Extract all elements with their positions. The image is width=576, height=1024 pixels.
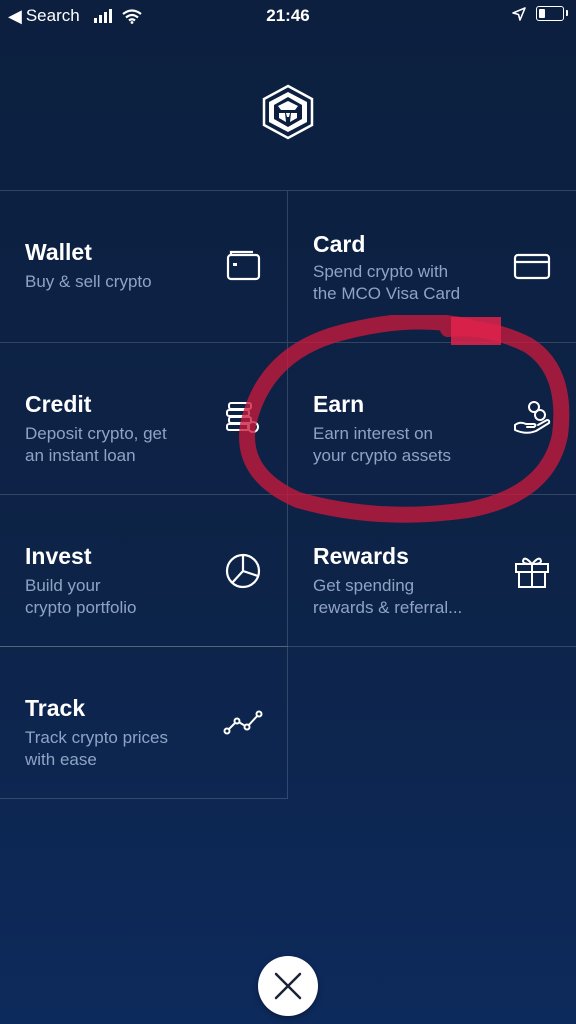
menu-item-subtitle: Get spending rewards & referral... (313, 576, 463, 617)
wallet-icon (226, 250, 261, 281)
status-bar: ◀ Search 21:46 (0, 0, 576, 34)
menu-item-track[interactable]: Track Track crypto prices with ease (0, 646, 288, 799)
menu-item-rewards[interactable]: Rewards Get spending rewards & referral.… (288, 494, 576, 646)
menu-item-subtitle: Deposit crypto, get an instant loan (25, 424, 167, 465)
close-icon[interactable] (272, 970, 304, 1002)
menu-item-title: Wallet (25, 239, 92, 265)
menu-item-title: Credit (25, 391, 92, 417)
menu-item-subtitle: Spend crypto with the MCO Visa Card (313, 262, 461, 303)
menu-item-title: Card (313, 231, 366, 257)
menu-item-wallet[interactable]: Wallet Buy & sell crypto (0, 190, 288, 342)
hand-coins-icon (514, 401, 551, 434)
menu-item-earn[interactable]: Earn Earn interest on your crypto assets (288, 342, 576, 494)
coins-stack-icon (226, 402, 259, 433)
battery-icon (536, 6, 568, 21)
pie-chart-icon (225, 553, 261, 589)
card-icon (513, 253, 551, 280)
menu-item-title: Rewards (313, 543, 409, 569)
menu-item-title: Earn (313, 391, 365, 417)
location-icon (512, 6, 526, 21)
menu-item-credit[interactable]: Credit Deposit crypto, get an instant lo… (0, 342, 288, 494)
gift-icon (515, 557, 549, 588)
row-divider (0, 646, 576, 647)
app-logo-icon (262, 84, 314, 140)
menu-item-subtitle: Buy & sell crypto (25, 272, 152, 291)
menu-item-subtitle: Track crypto prices with ease (25, 728, 168, 769)
menu-item-invest[interactable]: Invest Build your crypto portfolio (0, 494, 288, 646)
status-time: 21:46 (266, 6, 310, 25)
menu-item-subtitle: Earn interest on your crypto assets (313, 424, 451, 465)
close-button[interactable] (258, 956, 318, 1016)
status-bar-right (512, 6, 568, 21)
menu-item-title: Track (25, 695, 86, 721)
menu-item-title: Invest (25, 543, 92, 569)
menu-item-subtitle: Build your crypto portfolio (25, 576, 137, 617)
menu-item-card[interactable]: Card Spend crypto with the MCO Visa Card (288, 190, 576, 342)
trend-line-icon (223, 710, 263, 735)
